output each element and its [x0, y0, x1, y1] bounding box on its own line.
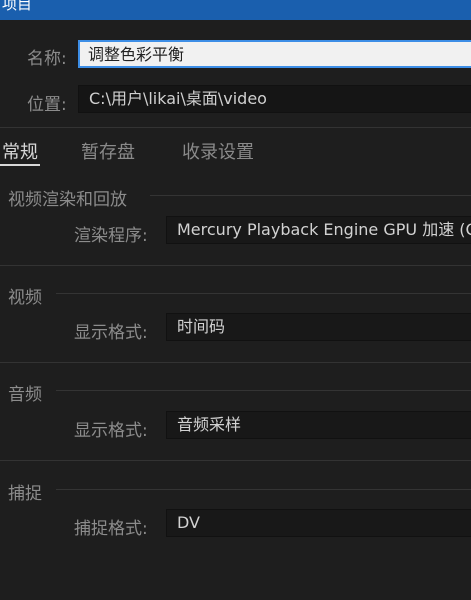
- section-title-render: 视频渲染和回放: [8, 190, 127, 210]
- active-tab-indicator: [0, 164, 40, 166]
- section-rule: [56, 390, 471, 391]
- renderer-label: 渲染程序:: [74, 226, 148, 246]
- name-input[interactable]: 调整色彩平衡: [78, 40, 471, 68]
- section-title-capture: 捕捉: [8, 484, 42, 504]
- video-format-label: 显示格式:: [74, 323, 148, 343]
- dialog-title-bar[interactable]: 项目: [0, 0, 471, 20]
- capture-format-label: 捕捉格式:: [74, 519, 148, 539]
- capture-format-dropdown[interactable]: DV: [166, 509, 471, 537]
- video-format-dropdown[interactable]: 时间码: [166, 313, 471, 341]
- tab-general[interactable]: 常规: [2, 138, 38, 164]
- divider: [0, 265, 471, 266]
- dialog-title: 项目: [2, 0, 33, 13]
- section-rule: [150, 195, 471, 196]
- audio-format-dropdown[interactable]: 音频采样: [166, 411, 471, 439]
- section-title-video: 视频: [8, 288, 42, 308]
- divider: [0, 127, 471, 128]
- tab-ingest-settings[interactable]: 收录设置: [182, 138, 254, 164]
- section-rule: [56, 489, 471, 490]
- location-field[interactable]: C:\用户\likai\桌面\video: [78, 85, 471, 113]
- location-label: 位置:: [27, 95, 67, 115]
- audio-format-label: 显示格式:: [74, 421, 148, 441]
- section-rule: [56, 293, 471, 294]
- project-dialog: 项目 名称: 调整色彩平衡 位置: C:\用户\likai\桌面\video 常…: [0, 0, 471, 600]
- divider: [0, 362, 471, 363]
- renderer-dropdown[interactable]: Mercury Playback Engine GPU 加速 (OpenCL): [166, 216, 471, 244]
- name-label: 名称:: [27, 49, 67, 69]
- divider: [0, 460, 471, 461]
- section-title-audio: 音频: [8, 385, 42, 405]
- tab-scratch-disks[interactable]: 暂存盘: [81, 138, 135, 164]
